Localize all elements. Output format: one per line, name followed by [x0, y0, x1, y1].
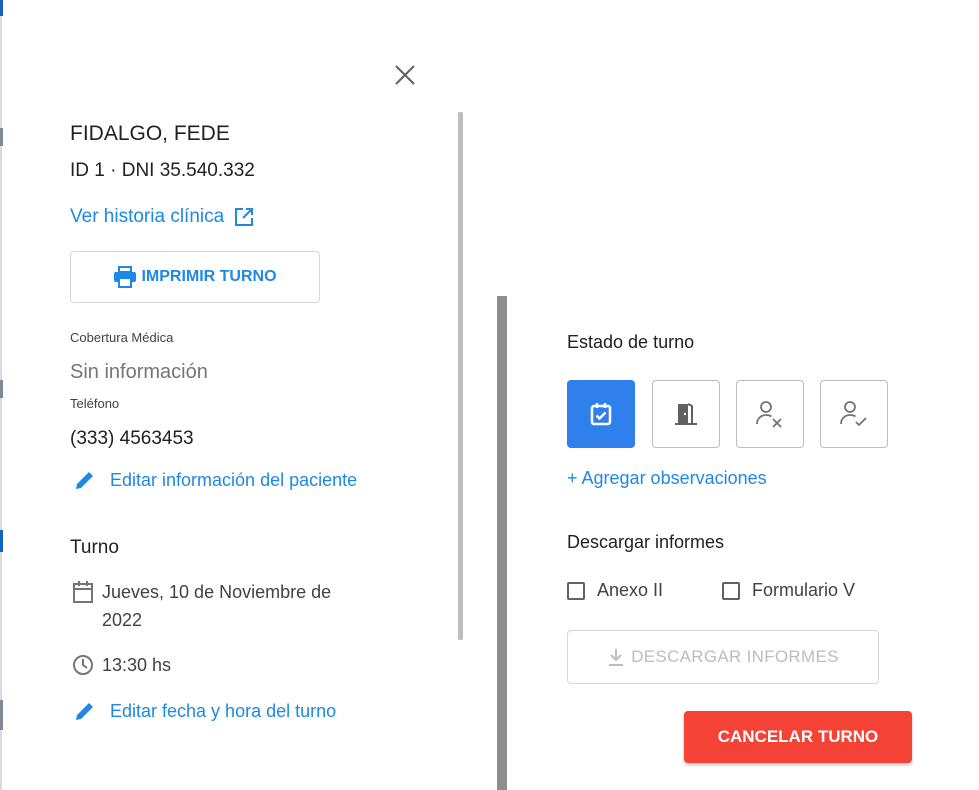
person-x-icon: [756, 401, 782, 428]
history-link[interactable]: Ver historia clínica: [70, 206, 254, 228]
turno-section-title: Turno: [70, 537, 119, 558]
informes-title: Descargar informes: [567, 532, 725, 552]
turno-time: 13:30 hs: [72, 651, 171, 679]
cancel-turno-button[interactable]: CANCELAR TURNO: [684, 711, 912, 763]
patient-name: FIDALGO, FEDE: [70, 122, 230, 145]
edge-marker: [0, 380, 3, 398]
formulario-label: Formulario V: [752, 580, 856, 600]
phone-value: (333) 4563453: [70, 428, 194, 449]
edge-marker: [0, 700, 3, 730]
state-absent-button[interactable]: [736, 380, 804, 448]
state-arrived-button[interactable]: [652, 380, 720, 448]
turno-date: Jueves, 10 de Noviembre de 2022: [72, 578, 372, 634]
state-attended-button[interactable]: [820, 380, 888, 448]
edit-turno-label: Editar fecha y hora del turno: [110, 700, 337, 721]
edge-marker: [0, 0, 3, 16]
estado-title: Estado de turno: [567, 332, 695, 352]
phone-label: Teléfono: [70, 396, 120, 411]
edit-patient-label: Editar información del paciente: [110, 469, 358, 490]
download-informes-label: DESCARGAR INFORMES: [631, 647, 839, 666]
print-turno-label: IMPRIMIR TURNO: [141, 268, 277, 285]
edge-marker: [0, 128, 3, 146]
clock-icon: [73, 655, 93, 675]
patient-ids: ID 1 · DNI 35.540.332: [70, 160, 255, 181]
close-icon: [395, 65, 415, 85]
history-link-label: Ver historia clínica: [70, 206, 225, 227]
person-check-icon: [840, 401, 867, 427]
door-icon: [675, 403, 697, 425]
pencil-icon: [76, 703, 93, 720]
turno-status-card: Estado de turno + Agregar observaciones …: [497, 296, 979, 790]
edge-marker: [0, 530, 3, 552]
close-button[interactable]: [392, 62, 418, 88]
printer-icon: [114, 266, 137, 288]
coverage-value: Sin información: [70, 361, 208, 383]
download-informes-button[interactable]: DESCARGAR INFORMES: [567, 630, 879, 684]
external-link-icon: [235, 208, 254, 226]
checkbox-box[interactable]: [567, 581, 585, 600]
calendar-check-icon: [590, 403, 612, 426]
download-icon: [609, 649, 624, 666]
add-observations-link[interactable]: + Agregar observaciones: [567, 468, 767, 489]
coverage-label: Cobertura Médica: [70, 330, 174, 345]
print-turno-button[interactable]: IMPRIMIR TURNO: [70, 251, 320, 303]
anexo-label: Anexo II: [597, 580, 664, 600]
formulario-checkbox[interactable]: Formulario V: [722, 580, 855, 601]
state-confirmed-button[interactable]: [567, 380, 635, 448]
turno-date-value: Jueves, 10 de Noviembre de 2022: [102, 582, 332, 630]
anexo-checkbox[interactable]: Anexo II: [567, 580, 663, 601]
turno-time-value: 13:30 hs: [102, 655, 172, 675]
edit-patient-link[interactable]: Editar información del paciente: [74, 469, 357, 491]
scrollbar[interactable]: [458, 112, 463, 640]
calendar-icon: [73, 581, 93, 603]
pencil-icon: [76, 472, 93, 489]
edit-turno-link[interactable]: Editar fecha y hora del turno: [74, 700, 336, 722]
checkbox-box[interactable]: [722, 581, 740, 600]
